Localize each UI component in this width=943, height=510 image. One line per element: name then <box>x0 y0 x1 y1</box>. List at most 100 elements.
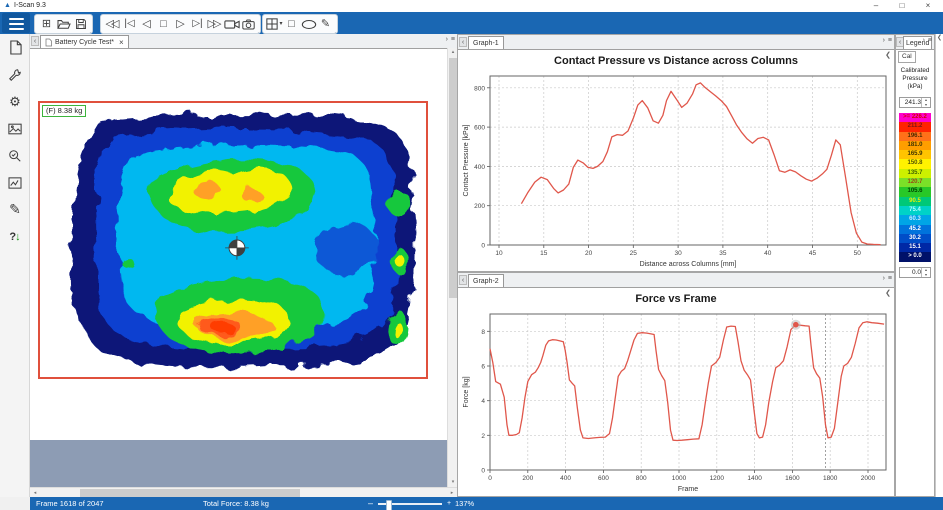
tab-close-icon[interactable]: × <box>119 38 124 47</box>
svg-text:200: 200 <box>474 203 485 210</box>
stop-frame-button[interactable]: □ <box>155 16 172 32</box>
right-collapse-strip[interactable]: ❮ <box>935 34 943 497</box>
add-window-button[interactable]: ⊞ <box>38 16 55 32</box>
annotate-pencil-icon[interactable]: ✎ <box>0 196 30 223</box>
legend-scale-row: >= 226.2 <box>899 113 931 123</box>
svg-text:1400: 1400 <box>747 475 762 482</box>
legend-tabbar: ‹ Legend › ≡ <box>896 35 934 50</box>
zoom-slider-handle[interactable] <box>386 499 392 510</box>
legend-max-spinner[interactable]: 241.3 ▴ ▾ <box>899 97 931 108</box>
frame-counter: Frame 1618 of 2047 <box>36 499 104 508</box>
legend-color-scale: >= 226.2 211.2 196.1 181.0 165.9 150.8 135.7 12… <box>899 113 931 262</box>
spinner-arrows-icon[interactable]: ▴ ▾ <box>921 97 930 107</box>
next-frame-button[interactable]: ▷| <box>189 16 206 32</box>
grid-view-button[interactable]: ▾ <box>266 16 283 32</box>
zoom-out-icon[interactable]: – <box>368 497 373 510</box>
tab-scroll-right-icon[interactable]: › <box>446 36 448 43</box>
panel-menu-icon[interactable]: ≡ <box>888 275 892 282</box>
svg-text:2000: 2000 <box>861 475 876 482</box>
vertical-scrollbar[interactable]: ▴ ▾ <box>447 48 457 487</box>
horizontal-scrollbar[interactable]: ◂ ▸ <box>30 487 457 497</box>
zoom-inspect-icon[interactable] <box>0 142 30 169</box>
maximize-icon[interactable]: □ <box>891 0 913 12</box>
spinner-arrows-icon[interactable]: ▴ ▾ <box>921 267 930 277</box>
prev-frame-button[interactable]: ◁ <box>138 16 155 32</box>
new-document-icon[interactable] <box>0 34 30 61</box>
sensor-outline-rectangle[interactable]: (F) 8.38 kg <box>38 101 428 379</box>
zoom-slider[interactable] <box>378 499 442 510</box>
zoom-percent: 137% <box>455 499 475 508</box>
graph-view-icon[interactable] <box>0 169 30 196</box>
heatmap-green-spot-left <box>121 257 134 268</box>
tab-graph2[interactable]: Graph-2 <box>468 274 504 287</box>
save-file-button[interactable] <box>72 16 89 32</box>
document-icon <box>45 38 52 46</box>
fast-forward-button[interactable]: ▷▷ <box>206 16 223 32</box>
svg-text:800: 800 <box>636 475 647 482</box>
document-tabbar: ‹ Battery Cycle Test* × › ≡ <box>30 34 457 49</box>
graph2-tabbar: ‹ Graph-2 › ≡ <box>458 273 894 288</box>
tab-scroll-right-icon[interactable]: › <box>883 275 885 282</box>
svg-text:600: 600 <box>598 475 609 482</box>
legend-max-value: 241.3 <box>904 99 921 106</box>
iscan-application-window: ▲ I-Scan 9.3 – □ × ⊞ ◁◁|◁◁□▷▷|▷▷ ▾□✎ ⚙✎?… <box>0 0 943 510</box>
graph2-title: Force vs Frame <box>635 293 717 305</box>
hamburger-menu-button[interactable] <box>2 13 30 33</box>
rewind-button[interactable]: ◁◁ <box>104 16 121 32</box>
play-button[interactable]: ▷ <box>172 16 189 32</box>
record-movie-button[interactable] <box>223 16 240 32</box>
svg-text:45: 45 <box>809 250 817 257</box>
pencil-tool-button[interactable]: ✎ <box>317 16 334 32</box>
svg-text:Frame: Frame <box>678 486 698 493</box>
open-file-button[interactable] <box>55 16 72 32</box>
rectangle-tool-button[interactable]: □ <box>283 16 300 32</box>
file-toolbar-group: ⊞ <box>34 14 93 35</box>
tab-label: Graph-1 <box>473 39 499 47</box>
svg-text:40: 40 <box>764 250 772 257</box>
tab-scroll-left-icon[interactable]: ‹ <box>459 275 467 285</box>
svg-text:Force [kg]: Force [kg] <box>463 376 470 407</box>
svg-text:600: 600 <box>474 125 485 132</box>
snapshot-button[interactable] <box>240 16 257 32</box>
minimize-icon[interactable]: – <box>865 0 887 12</box>
drawing-toolbar-group: ▾ □ ✎ <box>262 14 338 35</box>
contact-pressure-chart[interactable]: 10 15 20 25 30 35 40 45 50 0 200 400 600 800 Distance … <box>460 71 892 269</box>
app-logo-icon: ▲ <box>4 2 11 9</box>
close-icon[interactable]: × <box>917 0 939 12</box>
vertical-scroll-thumb[interactable] <box>449 58 457 298</box>
force-vs-frame-chart[interactable]: 0 200 400 600 800 1000 1200 1400 1600 1800 2000 0 2 4… <box>460 309 892 494</box>
svg-text:1000: 1000 <box>672 475 687 482</box>
svg-text:20: 20 <box>585 250 593 257</box>
tab-graph1[interactable]: Graph-1 <box>468 36 504 49</box>
tab-battery-cycle-test[interactable]: Battery Cycle Test* × <box>40 35 129 48</box>
tab-label: Graph-2 <box>473 277 499 285</box>
image-view-icon[interactable] <box>0 115 30 142</box>
panel-menu-icon[interactable]: ≡ <box>451 36 455 43</box>
first-frame-button[interactable]: |◁ <box>121 16 138 32</box>
svg-text:8: 8 <box>481 329 485 336</box>
horizontal-scroll-thumb[interactable] <box>80 489 300 497</box>
heatmap-yellow-right-2 <box>392 321 403 338</box>
pressure-map-canvas[interactable]: (F) 8.38 kg <box>30 48 447 487</box>
svg-text:Distance across Columns [mm]: Distance across Columns [mm] <box>640 261 737 268</box>
tab-scroll-left-icon[interactable]: ‹ <box>31 36 39 46</box>
settings-gear-icon[interactable]: ⚙ <box>0 88 30 115</box>
series-line <box>489 321 885 442</box>
tab-scroll-right-icon[interactable]: › <box>883 37 885 44</box>
graph1-panel: ‹ Graph-1 › ≡ ❮ Contact Pressure vs Dista… <box>457 34 895 272</box>
legend-scale-row: 181.0 <box>899 140 931 151</box>
tools-wrench-icon[interactable] <box>0 61 30 88</box>
tab-scroll-left-icon[interactable]: ‹ <box>459 37 467 47</box>
ellipse-tool-button[interactable] <box>300 16 317 32</box>
pressure-heatmap[interactable] <box>40 103 426 377</box>
svg-text:800: 800 <box>474 85 485 92</box>
help-update-icon[interactable]: ? ↓ <box>0 223 30 250</box>
window-title: I-Scan 9.3 <box>14 2 46 9</box>
heatmap-orange-upper-1 <box>192 180 221 199</box>
panel-menu-icon[interactable]: ≡ <box>928 37 932 44</box>
tab-scroll-right-icon[interactable]: › <box>923 37 925 44</box>
legend-cal-tab[interactable]: Cal <box>898 51 916 63</box>
legend-min-spinner[interactable]: 0.0 ▴ ▾ <box>899 267 931 278</box>
panel-menu-icon[interactable]: ≡ <box>888 37 892 44</box>
zoom-in-icon[interactable]: + <box>447 497 451 510</box>
